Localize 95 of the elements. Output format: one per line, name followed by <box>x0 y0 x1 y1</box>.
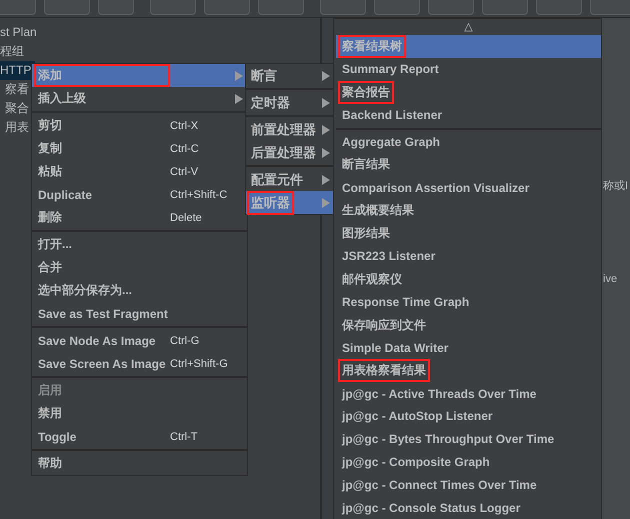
menu-item[interactable]: Simple Data Writer <box>336 336 601 360</box>
menu-item-label: jp@gc - Connect Times Over Time <box>340 476 538 494</box>
menu-item[interactable]: Save as Test Fragment <box>32 302 247 325</box>
menu-item-label: Backend Listener <box>341 107 444 124</box>
menu-item[interactable]: 生成概要结果 <box>336 199 601 222</box>
menu-item-label: JSR223 Listener <box>341 248 436 266</box>
menu-item-label: 复制 <box>37 140 63 157</box>
shortcut-label: Ctrl-T <box>170 430 198 442</box>
tree-item[interactable]: 聚合 <box>5 99 33 118</box>
menu-item-label: Response Time Graph <box>341 294 470 312</box>
menu-item[interactable]: jp@gc - Console Status Logger <box>336 496 601 519</box>
menu-item-label: Save Node As Image <box>37 332 157 350</box>
menu-item-label: Save as Test Fragment <box>37 306 169 322</box>
menu-item-label: 生成概要结果 <box>340 202 415 220</box>
tree-item[interactable]: 察看 <box>5 80 33 99</box>
menu-item-label: 用表格察看结果 <box>338 359 430 382</box>
menu-item-label: 保存响应到文件 <box>340 316 427 334</box>
menu-item-label: 图形结果 <box>341 225 391 242</box>
menu-item[interactable]: Save Node As Image Ctrl-G <box>32 329 247 352</box>
shortcut-label: Delete <box>170 212 202 224</box>
menu-item[interactable]: jp@gc - Active Threads Over Time <box>336 382 601 406</box>
menu-item-label: 打开... <box>36 236 74 253</box>
menu-item[interactable]: 合并 <box>32 256 247 279</box>
menu-item-label: 察看结果树 <box>338 35 406 58</box>
panel-label: ive <box>603 273 618 285</box>
menu-item-label: 添加 <box>34 64 170 87</box>
shortcut-label: Ctrl-X <box>170 120 198 132</box>
menu-item-label: 断言 <box>250 66 278 84</box>
menu-item[interactable]: Duplicate Ctrl+Shift-C <box>32 183 247 206</box>
menu-item[interactable]: 帮助 <box>32 452 247 475</box>
menu-item[interactable]: Summary Report <box>336 58 601 81</box>
menu-item[interactable]: Backend Listener <box>336 104 601 127</box>
menu-item-label: 粘贴 <box>36 163 63 180</box>
menu-item-label: 选中部分保存为... <box>37 282 134 299</box>
menu-item-label: 后置处理器 <box>250 144 317 162</box>
menu-item[interactable]: Response Time Graph <box>336 290 601 314</box>
menu-item-label: Comparison Assertion Visualizer <box>341 180 530 197</box>
shortcut-label: Ctrl-V <box>170 166 198 178</box>
menu-item[interactable]: jp@gc - AutoStop Listener <box>336 405 601 428</box>
menu-item[interactable]: 邮件观察仪 <box>336 268 601 291</box>
shortcut-label: Ctrl+Shift-G <box>170 358 228 370</box>
menu-item-label: Summary Report <box>341 61 440 78</box>
menu-item[interactable]: 复制 Ctrl-C <box>32 137 247 160</box>
menu-item-label: jp@gc - Composite Graph <box>340 454 491 472</box>
menu-item[interactable]: 删除 Delete <box>32 206 247 229</box>
menu-item-label: 删除 <box>36 209 63 226</box>
menu-item-label: jp@gc - Console Status Logger <box>340 500 522 517</box>
panel-label: 称或I <box>603 179 628 193</box>
menu-item[interactable]: Comparison Assertion Visualizer <box>336 176 601 200</box>
menu-item-label: 插入上级 <box>36 90 87 107</box>
menu-item-label: 前置处理器 <box>250 120 317 138</box>
menu-item-label: 剪切 <box>37 117 63 134</box>
menu-item[interactable]: Aggregate Graph <box>336 130 601 154</box>
menu-item-label: jp@gc - Active Threads Over Time <box>340 386 538 403</box>
menu-item-label: 合并 <box>37 259 63 276</box>
menu-item[interactable]: 禁用 <box>32 402 247 425</box>
menu-item[interactable]: 图形结果 <box>336 222 601 246</box>
menu-item-label: 聚合报告 <box>338 80 394 104</box>
menu-item[interactable]: 选中部分保存为... <box>32 279 247 302</box>
menu-item[interactable]: jp@gc - Composite Graph <box>336 450 601 474</box>
menu-item[interactable]: 粘贴 Ctrl-V <box>32 160 247 183</box>
menu-item[interactable]: Save Screen As Image Ctrl+Shift-G <box>32 352 247 375</box>
menu-item[interactable]: jp@gc - Connect Times Over Time <box>336 473 601 496</box>
tree-item[interactable]: 程组 <box>0 42 28 61</box>
menu-item-label: Save Screen As Image <box>37 356 167 372</box>
menu-item-label: 启用 <box>37 382 63 399</box>
menu-item-label: 配置元件 <box>250 170 304 188</box>
menu-item-label: jp@gc - AutoStop Listener <box>340 408 494 426</box>
menu-item[interactable]: 保存响应到文件 <box>336 314 601 337</box>
menu-item-label: 禁用 <box>37 405 63 422</box>
scroll-up-arrow[interactable]: △ <box>336 19 601 35</box>
shortcut-label: Ctrl+Shift-C <box>170 188 228 200</box>
menu-item-label: Simple Data Writer <box>341 340 450 357</box>
menu-item[interactable]: 剪切 Ctrl-X <box>32 114 247 137</box>
menu-item[interactable]: 打开... <box>32 233 247 256</box>
tree-item[interactable]: HTTP <box>0 61 36 80</box>
menu-item-label: 断言结果 <box>341 156 391 174</box>
menu-item[interactable]: 聚合报告 <box>336 80 601 104</box>
menu-item-label: Duplicate <box>37 186 94 204</box>
menu-item-label: 邮件观察仪 <box>341 270 403 288</box>
menu-item[interactable]: 用表格察看结果 <box>336 359 601 382</box>
menu-item-label: Aggregate Graph <box>341 134 442 151</box>
menu-item[interactable]: Toggle Ctrl-T <box>32 425 247 448</box>
tree-item[interactable]: 用表 <box>5 118 33 137</box>
shortcut-label: Ctrl-C <box>170 142 199 154</box>
menu-item[interactable]: 断言结果 <box>336 153 601 176</box>
tree-item[interactable]: st Plan <box>0 23 41 42</box>
menu-item[interactable]: JSR223 Listener <box>336 245 601 268</box>
shortcut-label: Ctrl-G <box>170 334 200 346</box>
menu-item-label: 定时器 <box>250 94 291 112</box>
menu-item[interactable]: jp@gc - Bytes Throughput Over Time <box>336 428 601 451</box>
menu-item-label: 监听器 <box>247 190 294 214</box>
menu-item-label: jp@gc - Bytes Throughput Over Time <box>340 431 556 448</box>
menu-item-label: 帮助 <box>37 455 63 472</box>
menu-item-label: Toggle <box>37 428 78 446</box>
